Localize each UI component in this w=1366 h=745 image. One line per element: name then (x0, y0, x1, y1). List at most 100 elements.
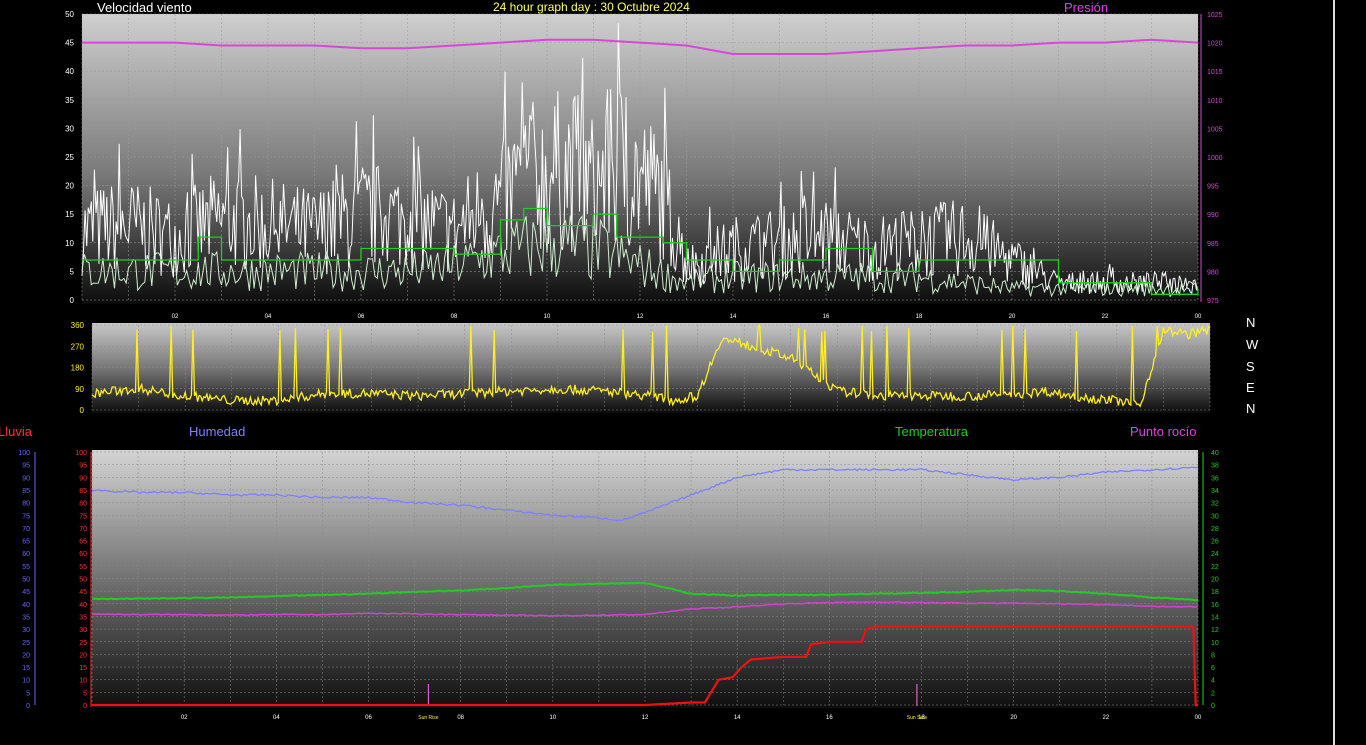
rain-y-tick-label: 90 (79, 475, 87, 482)
compass-s: S (1246, 359, 1255, 374)
wind-x-tick-label: 04 (265, 314, 272, 320)
rain-y-tick-label: 100 (75, 450, 87, 457)
wind-y-tick-label: 0 (70, 296, 75, 305)
rain-y-tick-label: 95 (79, 463, 87, 470)
pressure-y-tick-label: 985 (1207, 241, 1219, 248)
direction-y-tick-label: 270 (71, 342, 85, 351)
multi-x-tick-label: 14 (734, 715, 741, 721)
humidity-y-tick-label: 95 (22, 463, 30, 470)
humidity-y-tick-label: 30 (22, 627, 30, 634)
temperature-y-tick-label: 18 (1211, 589, 1219, 596)
pressure-y-tick-label: 1020 (1207, 41, 1223, 48)
humidity-y-tick-label: 40 (22, 602, 30, 609)
temperature-y-tick-label: 28 (1211, 526, 1219, 533)
temperature-y-tick-label: 12 (1211, 627, 1219, 634)
rain-y-tick-label: 70 (79, 526, 87, 533)
compass-e: E (1246, 380, 1255, 395)
rain-y-tick-label: 5 (83, 690, 87, 697)
temperature-y-tick-label: 26 (1211, 539, 1219, 546)
wind-y-tick-label: 40 (65, 67, 74, 76)
multi-x-tick-label: 00 (1195, 715, 1202, 721)
multi-x-tick-label: 22 (1102, 715, 1109, 721)
wind-y-tick-label: 35 (65, 96, 74, 105)
dewpoint-label: Punto rocío (1130, 424, 1197, 439)
wind-title: Velocidad viento (97, 0, 192, 15)
temperature-y-tick-label: 2 (1211, 690, 1215, 697)
humidity-y-tick-label: 60 (22, 551, 30, 558)
wind-x-tick-label: 20 (1009, 314, 1016, 320)
date-title: 24 hour graph day : 30 Octubre 2024 (493, 0, 690, 14)
rain-y-tick-label: 45 (79, 589, 87, 596)
temperature-y-tick-label: 38 (1211, 463, 1219, 470)
humidity-y-tick-label: 10 (22, 678, 30, 685)
temperature-y-tick-label: 40 (1211, 450, 1219, 457)
humidity-y-tick-label: 35 (22, 614, 30, 621)
wind-x-tick-label: 06 (358, 314, 365, 320)
humidity-y-tick-label: 100 (18, 450, 30, 457)
humidity-y-tick-label: 75 (22, 513, 30, 520)
pressure-y-tick-label: 975 (1207, 298, 1219, 305)
multi-x-tick-label: 06 (365, 715, 372, 721)
direction-y-tick-label: 180 (71, 364, 85, 373)
wind-y-tick-label: 45 (65, 39, 74, 48)
multi-x-tick-label: 20 (1010, 715, 1017, 721)
rain-y-tick-label: 60 (79, 551, 87, 558)
humidity-y-tick-label: 25 (22, 640, 30, 647)
wind-y-tick-label: 50 (65, 10, 74, 19)
humidity-y-tick-label: 90 (22, 475, 30, 482)
direction-y-tick-label: 360 (71, 321, 85, 330)
temperature-y-tick-label: 34 (1211, 488, 1219, 495)
temperature-y-tick-label: 4 (1211, 678, 1215, 685)
pressure-y-tick-label: 1010 (1207, 98, 1223, 105)
temperature-y-tick-label: 10 (1211, 640, 1219, 647)
humidity-y-tick-label: 65 (22, 539, 30, 546)
multi-x-tick-label: 10 (549, 715, 556, 721)
rain-y-tick-label: 10 (79, 678, 87, 685)
temperature-y-tick-label: 20 (1211, 577, 1219, 584)
wind-x-tick-label: 22 (1102, 314, 1109, 320)
wind-y-tick-label: 10 (65, 239, 74, 248)
wind-y-tick-label: 5 (70, 267, 75, 276)
multi-x-tick-label: 02 (181, 715, 188, 721)
right-border (1333, 0, 1335, 745)
pressure-y-tick-label: 1025 (1207, 12, 1223, 19)
temperature-y-tick-label: 16 (1211, 602, 1219, 609)
humidity-y-tick-label: 5 (26, 690, 30, 697)
temperature-y-tick-label: 0 (1211, 703, 1215, 710)
temperature-y-tick-label: 6 (1211, 665, 1215, 672)
wind-x-tick-label: 12 (637, 314, 644, 320)
rain-y-tick-label: 50 (79, 577, 87, 584)
pressure-title: Presión (1064, 0, 1109, 15)
direction-y-tick-label: 90 (75, 385, 84, 394)
sunrise-label: Sun Rise (418, 715, 439, 721)
multi-x-tick-label: 16 (826, 715, 833, 721)
wind-x-tick-label: 16 (823, 314, 830, 320)
multi-x-tick-label: 04 (273, 715, 280, 721)
humidity-y-tick-label: 45 (22, 589, 30, 596)
humidity-y-tick-label: 50 (22, 577, 30, 584)
wind-y-tick-label: 30 (65, 124, 74, 133)
pressure-y-tick-label: 990 (1207, 212, 1219, 219)
wind-x-tick-label: 18 (916, 314, 923, 320)
compass-n-bottom: N (1246, 401, 1256, 416)
plot-backgrounds (82, 0, 1335, 745)
humidity-y-tick-label: 85 (22, 488, 30, 495)
rain-y-tick-label: 0 (83, 703, 87, 710)
weather-graphs: 0510152025303540455002 04 06 08 10 12 14 16 18 20… (18, 0, 1335, 745)
temperature-y-tick-label: 32 (1211, 501, 1219, 508)
temperature-y-tick-label: 8 (1211, 652, 1215, 659)
pressure-y-tick-label: 1005 (1207, 126, 1223, 133)
temperature-y-tick-label: 36 (1211, 475, 1219, 482)
multi-x-tick-label: 12 (642, 715, 649, 721)
pressure-y-tick-label: 1015 (1207, 69, 1223, 76)
wind-y-tick-label: 25 (65, 153, 74, 162)
rain-y-tick-label: 85 (79, 488, 87, 495)
humidity-y-tick-label: 80 (22, 501, 30, 508)
humidity-y-tick-label: 0 (26, 703, 30, 710)
rain-y-tick-label: 55 (79, 564, 87, 571)
humidity-y-tick-label: 15 (22, 665, 30, 672)
rain-y-tick-label: 35 (79, 614, 87, 621)
temperature-y-tick-label: 22 (1211, 564, 1219, 571)
rain-y-tick-label: 15 (79, 665, 87, 672)
wind-x-tick-label: 14 (730, 314, 737, 320)
